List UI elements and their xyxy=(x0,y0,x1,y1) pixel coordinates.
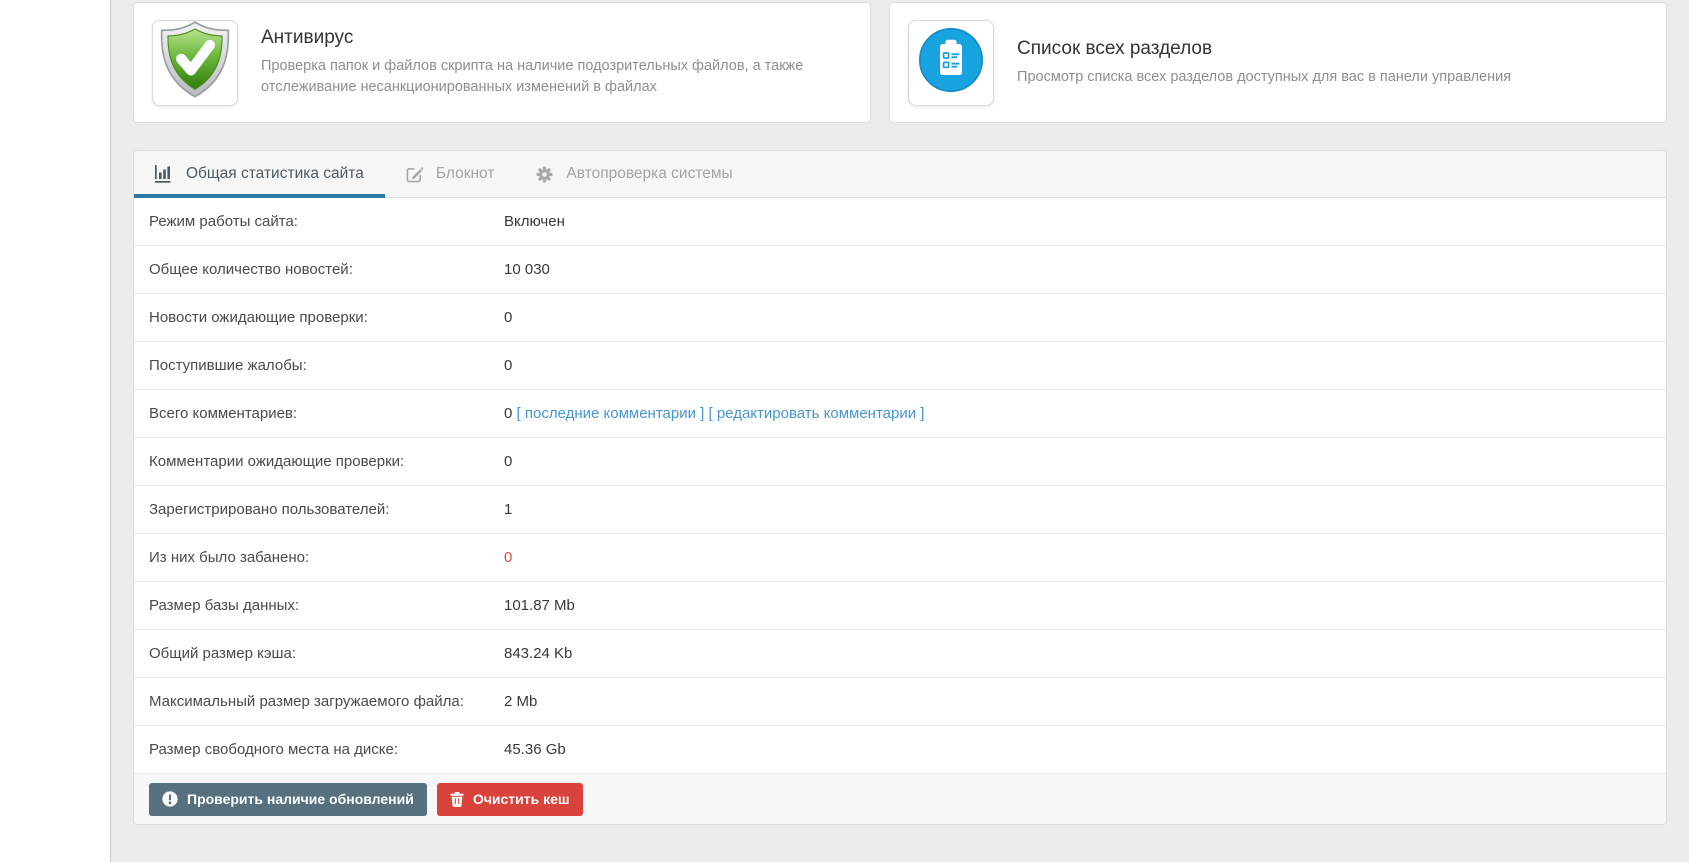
stat-row: Размер свободного места на диске: 45.36 … xyxy=(134,726,1666,774)
card-antivirus[interactable]: Антивирус Проверка папок и файлов скрипт… xyxy=(133,2,872,123)
notepad-edit-icon xyxy=(406,166,423,183)
check-updates-button[interactable]: Проверить наличие обновлений xyxy=(149,782,427,816)
card-description: Проверка папок и файлов скрипта на налич… xyxy=(261,58,804,95)
stat-row: Общий размер кэша: 843.24 Kb xyxy=(134,630,1666,678)
sidebar xyxy=(0,0,111,862)
stat-label: Зарегистрировано пользователей: xyxy=(149,501,390,518)
stat-row: Зарегистрировано пользователей: 1 xyxy=(134,486,1666,534)
stat-label: Режим работы сайта: xyxy=(149,213,298,230)
stat-value: 0 [ последние комментарии ] [ редактиров… xyxy=(504,405,925,422)
stat-label: Размер свободного места на диске: xyxy=(149,741,399,758)
stat-value: Включен xyxy=(504,213,565,230)
stat-row: Из них было забанено: 0 xyxy=(134,534,1666,582)
stat-link[interactable]: последние комментарии xyxy=(525,405,696,422)
stat-value: 1 xyxy=(504,501,513,518)
stats-table: Режим работы сайта: Включен Общее количе… xyxy=(134,198,1666,774)
sections-icon-box xyxy=(908,19,995,106)
stat-label: Из них было забанено: xyxy=(149,549,310,566)
antivirus-shield-icon xyxy=(158,21,232,104)
shortcut-cards-row: Антивирус Проверка папок и файлов скрипт… xyxy=(133,2,1667,123)
stat-value: 10 030 xyxy=(504,261,550,278)
clear-cache-label: Очистить кеш xyxy=(472,791,570,807)
stat-value: 2 Mb xyxy=(504,693,538,710)
tab-notepad[interactable]: Блокнот xyxy=(385,151,516,197)
stat-row: Комментарии ожидающие проверки: 0 xyxy=(134,438,1666,486)
trash-icon xyxy=(450,791,464,807)
card-antivirus-text: Антивирус Проверка папок и файлов скрипт… xyxy=(261,27,809,98)
check-updates-label: Проверить наличие обновлений xyxy=(187,791,414,807)
stat-value: 843.24 Kb xyxy=(504,645,573,662)
main-content: Антивирус Проверка папок и файлов скрипт… xyxy=(111,0,1689,862)
tab-system-autocheck[interactable]: Автопроверка системы xyxy=(515,151,753,197)
stat-link[interactable]: редактировать комментарии xyxy=(717,405,916,422)
bar-chart-icon xyxy=(155,165,173,183)
tab-label: Блокнот xyxy=(435,165,495,182)
stat-row: Режим работы сайта: Включен xyxy=(134,198,1666,246)
stat-row: Поступившие жалобы: 0 xyxy=(134,342,1666,390)
stat-row: Максимальный размер загружаемого файла: … xyxy=(134,678,1666,726)
card-sections-list[interactable]: Список всех разделов Просмотр списка все… xyxy=(889,2,1667,123)
stat-link-group: [ редактировать комментарии ] xyxy=(704,405,925,422)
stat-label: Максимальный размер загружаемого файла: xyxy=(149,693,464,710)
stat-value: 0 xyxy=(504,309,513,326)
exclamation-circle-icon xyxy=(162,791,178,807)
stat-value: 45.36 Gb xyxy=(504,741,566,758)
card-title: Антивирус xyxy=(261,27,354,48)
stat-row: Новости ожидающие проверки: 0 xyxy=(134,294,1666,342)
card-title: Список всех разделов xyxy=(1017,37,1213,59)
clear-cache-button[interactable]: Очистить кеш xyxy=(436,782,583,816)
card-sections-text: Список всех разделов Просмотр списка все… xyxy=(1017,38,1511,88)
stat-value: 0 xyxy=(504,357,513,374)
card-description: Просмотр списка всех разделов доступных … xyxy=(1017,68,1512,85)
stat-link-group: [ последние комментарии ] xyxy=(512,405,705,422)
stat-label: Всего комментариев: xyxy=(149,405,298,422)
stat-row: Всего комментариев: 0 [ последние коммен… xyxy=(134,390,1666,438)
tab-site-statistics[interactable]: Общая статистика сайта xyxy=(134,151,385,198)
stat-value: 0 xyxy=(504,549,513,566)
antivirus-icon-box xyxy=(152,19,238,106)
stat-value: 101.87 Mb xyxy=(504,597,575,614)
stat-label: Комментарии ожидающие проверки: xyxy=(149,453,405,470)
tab-label: Общая статистика сайта xyxy=(186,165,364,182)
panel-footer: Проверить наличие обновлений Очистить ке… xyxy=(134,774,1666,824)
sections-list-icon xyxy=(918,27,984,98)
site-stats-panel: Общая статистика сайта Блокнот Автопрове… xyxy=(133,150,1667,825)
tab-label: Автопроверка системы xyxy=(566,165,733,182)
stat-label: Общий размер кэша: xyxy=(149,645,297,662)
stat-label: Общее количество новостей: xyxy=(149,261,353,278)
stat-label: Размер базы данных: xyxy=(149,597,300,614)
stat-value: 0 xyxy=(504,453,513,470)
gear-icon xyxy=(536,165,553,183)
stat-row: Размер базы данных: 101.87 Mb xyxy=(134,582,1666,630)
tab-bar: Общая статистика сайта Блокнот Автопрове… xyxy=(134,151,1666,198)
stat-label: Новости ожидающие проверки: xyxy=(149,309,368,326)
stat-row: Общее количество новостей: 10 030 xyxy=(134,246,1666,294)
stat-label: Поступившие жалобы: xyxy=(149,357,307,374)
